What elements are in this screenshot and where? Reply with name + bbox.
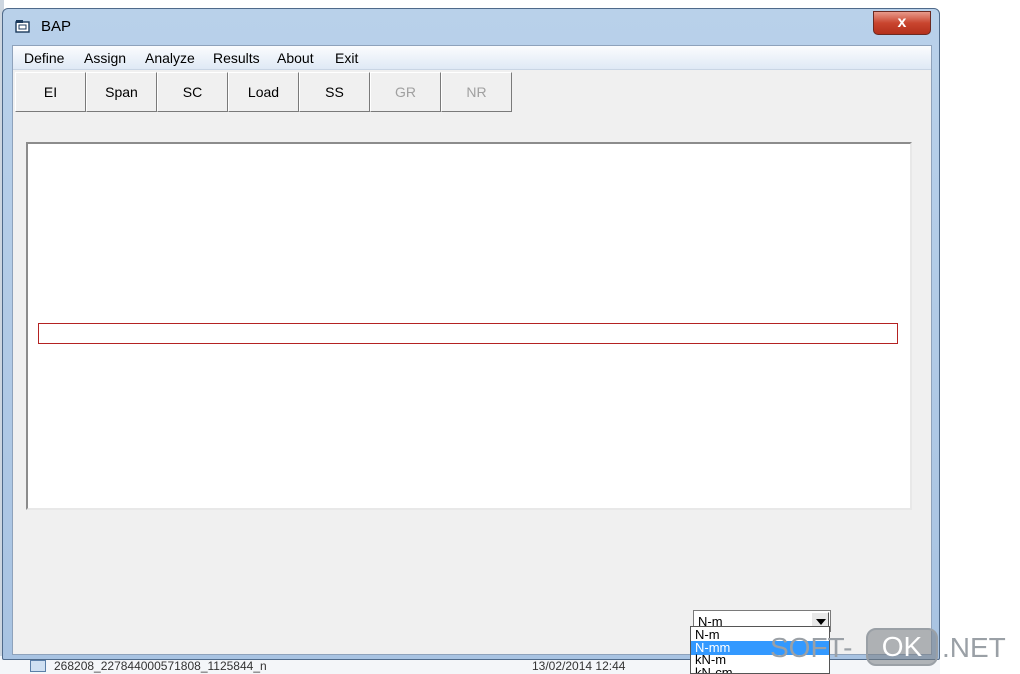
ei-button[interactable]: EI [15,72,86,112]
nr-button[interactable]: NR [441,72,512,112]
close-button[interactable]: x [873,11,931,35]
file-date: 13/02/2014 12:44 [532,659,626,673]
title-bar[interactable]: BAP x [3,9,939,43]
bap-window: BAP x Define Assign Analyze Results Abou… [2,8,940,660]
desktop-background [940,0,1020,674]
menu-analyze[interactable]: Analyze [145,50,195,66]
watermark-text-soft: SOFT- [770,632,853,663]
close-icon: x [897,14,907,31]
menu-bar: Define Assign Analyze Results About Exit [13,46,931,70]
ss-button[interactable]: SS [299,72,370,112]
menu-results[interactable]: Results [213,50,260,66]
window-title: BAP [41,18,72,35]
gr-button[interactable]: GR [370,72,441,112]
span-button[interactable]: Span [86,72,157,112]
sc-button[interactable]: SC [157,72,228,112]
client-area: Define Assign Analyze Results About Exit… [12,45,932,655]
menu-exit[interactable]: Exit [335,50,358,66]
app-window-icon [15,20,30,33]
menu-about[interactable]: About [277,50,314,66]
load-button[interactable]: Load [228,72,299,112]
watermark-text-net: .NET [942,632,1006,663]
file-name: 268208_227844000571808_1125844_n [54,659,267,673]
menu-assign[interactable]: Assign [84,50,126,66]
drawing-canvas[interactable] [26,142,912,510]
menu-define[interactable]: Define [24,50,64,66]
image-file-icon [30,660,46,672]
watermark-text-ok: OK [866,628,938,666]
beam-shape [38,323,898,344]
units-option-kn-cm[interactable]: kN-cm [691,666,829,674]
